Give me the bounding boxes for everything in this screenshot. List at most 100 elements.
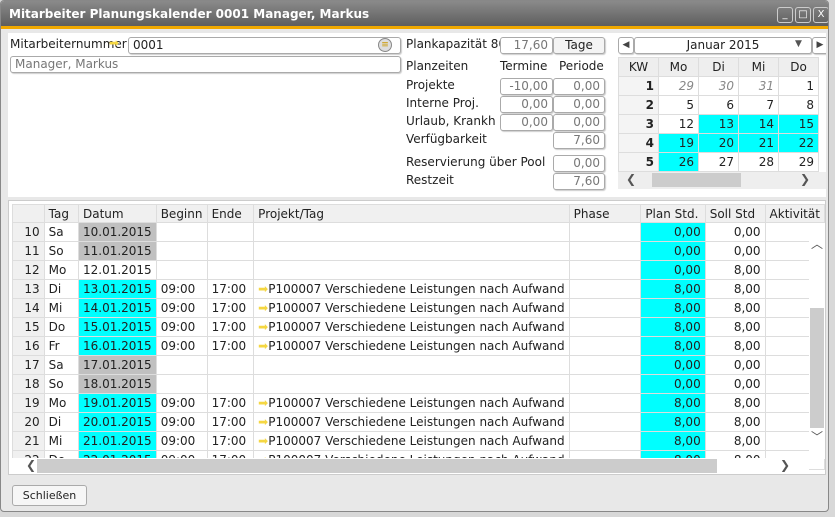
cell: 18.01.2015 (82, 377, 152, 391)
cell: P100007 Verschiedene Leistungen nach Auf… (268, 339, 565, 353)
chevron-down-icon[interactable]: ▼ (795, 39, 802, 49)
next-month-icon[interactable]: ▶ (812, 37, 826, 54)
table-row[interactable]: 12 Mo 12.01.2015 0,00 8,00 (12, 260, 825, 280)
cell: 09:00 (160, 339, 196, 353)
column-header[interactable]: Phase (568, 204, 642, 223)
calendar-day[interactable]: 14 (738, 114, 779, 134)
table-row[interactable]: 14 Mi 14.01.2015 09:00 17:00 ➡P100007 Verschi… (12, 298, 825, 318)
calendar-day[interactable]: 27 (698, 152, 739, 172)
calendar-day[interactable]: 21 (738, 133, 779, 153)
week-number: 2 (618, 95, 659, 115)
scroll-left-icon[interactable]: ❮ (626, 172, 636, 186)
vertical-thumb[interactable] (810, 308, 824, 428)
prev-month-icon[interactable]: ◀ (618, 37, 634, 54)
link-arrow-icon[interactable]: ➡ (258, 415, 268, 429)
calendar-header: Di (698, 57, 739, 77)
calendar-day[interactable]: 13 (698, 114, 739, 134)
table-row[interactable]: 19 Mo 19.01.2015 09:00 17:00 ➡P100007 Verschi… (12, 393, 825, 413)
vacation-periode: 0,00 (553, 114, 605, 131)
internal-projects-label: Interne Proj. (406, 96, 479, 110)
column-header[interactable]: Aktivität (764, 204, 825, 223)
column-header[interactable]: Beginn (155, 204, 208, 223)
scroll-down-icon[interactable]: ﹀ (811, 428, 823, 445)
vertical-scrollbar[interactable]: ︿ ﹀ (809, 223, 825, 459)
cell: 17:00 (211, 415, 247, 429)
table-row[interactable]: 20 Di 20.01.2015 09:00 17:00 ➡P100007 Verschi… (12, 412, 825, 432)
column-header[interactable]: Tag (43, 204, 79, 223)
link-arrow-icon[interactable]: ➡ (109, 36, 119, 50)
month-select[interactable]: Januar 2015 (634, 37, 812, 54)
calendar-day[interactable]: 6 (698, 95, 739, 115)
header-panel: Mitarbeiternummer ➡ 0001 ≡ Manager, Mark… (8, 33, 826, 197)
calendar-scrollbar[interactable]: ❮ ❯ (618, 172, 826, 189)
cell: Mi (48, 301, 63, 315)
cell: 0,00 (733, 358, 761, 372)
cell: Fr (48, 339, 60, 353)
calendar-day[interactable]: 19 (658, 133, 699, 153)
cell: 19 (24, 396, 40, 410)
scroll-up-icon[interactable]: ︿ (811, 235, 823, 252)
cell: So (48, 377, 64, 391)
calendar-day[interactable]: 30 (698, 76, 739, 96)
close-button[interactable]: Schließen (12, 485, 87, 506)
calendar-day[interactable]: 31 (738, 76, 779, 96)
cell: So (48, 244, 64, 258)
table-row[interactable]: 17 Sa 17.01.2015 0,00 0,00 (12, 355, 825, 375)
cell: 10.01.2015 (82, 225, 152, 239)
link-arrow-icon[interactable]: ➡ (258, 396, 268, 410)
employee-number-input[interactable]: 0001 (128, 37, 401, 54)
cell: 8,00 (673, 282, 701, 296)
calendar-day[interactable]: 28 (738, 152, 779, 172)
cell: 8,00 (733, 301, 761, 315)
cell: Mi (48, 434, 63, 448)
column-header[interactable]: Ende (206, 204, 255, 223)
minimize-button[interactable]: _ (777, 7, 793, 23)
column-header[interactable]: Datum (77, 204, 157, 223)
link-arrow-icon[interactable]: ➡ (258, 320, 268, 334)
scroll-right-icon[interactable]: ❯ (800, 172, 810, 186)
link-arrow-icon[interactable]: ➡ (258, 282, 268, 296)
cell: 09:00 (160, 320, 196, 334)
calendar-day[interactable]: 1 (778, 76, 819, 96)
cell: P100007 Verschiedene Leistungen nach Auf… (268, 301, 565, 315)
scrollbar-thumb[interactable] (652, 173, 741, 187)
periode-header: Periode (559, 59, 604, 73)
column-header[interactable]: Projekt/Tag (253, 204, 570, 223)
table-row[interactable]: 11 So 11.01.2015 0,00 0,00 (12, 241, 825, 261)
calendar-day[interactable]: 15 (778, 114, 819, 134)
cell: 8,00 (733, 339, 761, 353)
calendar-day[interactable]: 29 (658, 76, 699, 96)
calendar-day[interactable]: 29 (778, 152, 819, 172)
calendar-day[interactable]: 22 (778, 133, 819, 153)
link-arrow-icon[interactable]: ➡ (258, 434, 268, 448)
column-header[interactable]: Soll Std (704, 204, 766, 223)
maximize-button[interactable]: □ (795, 7, 811, 23)
calendar-day[interactable]: 12 (658, 114, 699, 134)
column-header[interactable] (12, 204, 45, 223)
link-arrow-icon[interactable]: ➡ (258, 301, 268, 315)
table-row[interactable]: 21 Mi 21.01.2015 09:00 17:00 ➡P100007 Verschi… (12, 431, 825, 451)
table-row[interactable]: 15 Do 15.01.2015 09:00 17:00 ➡P100007 Verschi… (12, 317, 825, 337)
link-arrow-icon[interactable]: ➡ (258, 339, 268, 353)
choose-list-icon[interactable]: ≡ (378, 38, 392, 52)
calendar-day[interactable]: 20 (698, 133, 739, 153)
table-row[interactable]: 13 Di 13.01.2015 09:00 17:00 ➡P100007 Verschi… (12, 279, 825, 299)
unit-days-button[interactable]: Tage (553, 37, 605, 54)
close-window-button[interactable]: X (813, 7, 828, 23)
table-row[interactable]: 18 So 18.01.2015 0,00 0,00 (12, 374, 825, 394)
calendar-day[interactable]: 7 (738, 95, 779, 115)
week-number: 4 (618, 133, 659, 153)
table-row[interactable]: 10 Sa 10.01.2015 0,00 0,00 (12, 222, 825, 242)
calendar-day[interactable]: 8 (778, 95, 819, 115)
cell: 16 (24, 339, 40, 353)
cell: 11.01.2015 (82, 244, 152, 258)
scroll-left-icon[interactable]: ❮ (26, 458, 36, 472)
cell: 13.01.2015 (82, 282, 152, 296)
horizontal-scrollbar[interactable]: ❮ ❯ (12, 458, 809, 474)
calendar-day[interactable]: 5 (658, 95, 699, 115)
table-row[interactable]: 16 Fr 16.01.2015 09:00 17:00 ➡P100007 Verschi… (12, 336, 825, 356)
horizontal-thumb[interactable] (37, 459, 717, 473)
scroll-right-icon[interactable]: ❯ (780, 458, 790, 472)
calendar-day[interactable]: 26 (658, 152, 699, 172)
column-header[interactable]: Plan Std. (640, 204, 706, 223)
